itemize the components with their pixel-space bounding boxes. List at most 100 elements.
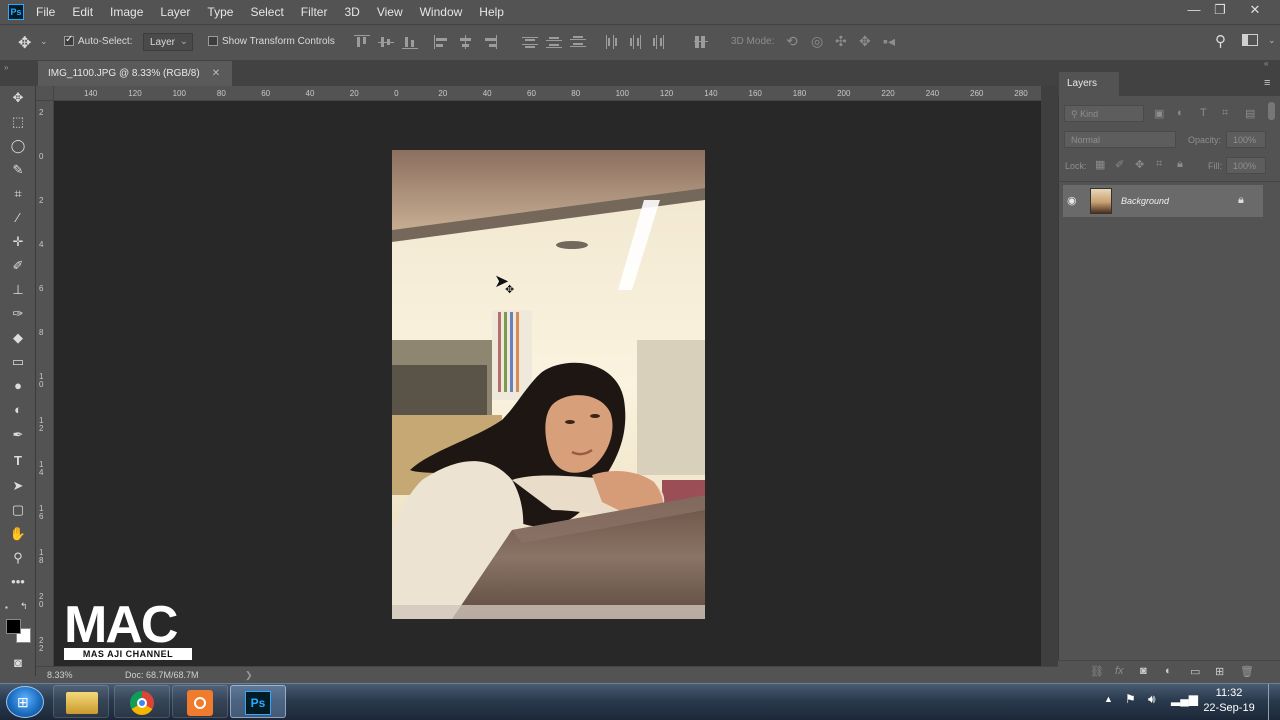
new-group-icon[interactable]: ▭	[1190, 665, 1200, 678]
pan-3d-icon[interactable]: ✣	[835, 33, 847, 50]
layer-thumbnail[interactable]	[1090, 188, 1112, 214]
lock-all-icon[interactable]: 🔒︎	[1177, 158, 1183, 171]
document-tab[interactable]: IMG_1100.JPG @ 8.33% (RGB/8) ✕	[38, 61, 232, 86]
rectangle-tool-icon[interactable]: ▢	[9, 501, 27, 519]
collapse-panel-icon[interactable]: «	[1264, 59, 1268, 68]
menu-type[interactable]: Type	[207, 5, 233, 19]
align-top-icon[interactable]	[354, 35, 370, 49]
kind-filter-dropdown[interactable]: ⚲ Kind	[1064, 105, 1144, 122]
menu-help[interactable]: Help	[479, 5, 504, 19]
move-tool-icon[interactable]: ✥	[9, 89, 27, 107]
orbit-3d-icon[interactable]: ⟲	[786, 33, 798, 50]
dodge-tool-icon[interactable]: ◐	[9, 401, 27, 419]
layer-style-icon[interactable]: fx	[1115, 665, 1124, 677]
link-layers-icon[interactable]: ⛓	[1090, 665, 1104, 678]
vertical-scrollbar[interactable]	[1041, 86, 1058, 666]
distribute-right-icon[interactable]	[652, 35, 668, 49]
new-adjustment-layer-icon[interactable]: ◐	[1165, 665, 1172, 677]
lock-image-pixels-icon[interactable]: ✐	[1115, 158, 1124, 171]
taskbar-explorer[interactable]	[53, 685, 109, 718]
opacity-input[interactable]: 100%	[1226, 131, 1266, 148]
quick-mask-icon[interactable]: ◙	[9, 654, 27, 672]
zoom-level[interactable]: 8.33%	[47, 670, 73, 680]
align-vertical-center-icon[interactable]	[378, 35, 394, 49]
healing-brush-tool-icon[interactable]: ✛	[9, 233, 27, 251]
lock-position-icon[interactable]: ✥	[1135, 158, 1144, 171]
foreground-color-swatch[interactable]	[6, 619, 21, 634]
show-desktop-button[interactable]	[1268, 684, 1280, 720]
default-colors-icon[interactable]: ▪	[5, 603, 8, 612]
auto-align-layers-icon[interactable]	[694, 35, 710, 49]
volume-icon[interactable]: 🔊︎	[1148, 692, 1156, 707]
filter-adjustment-icon[interactable]: ◐	[1177, 107, 1184, 119]
taskbar-recorder[interactable]	[172, 685, 228, 718]
auto-select-checkbox[interactable]: Auto-Select:	[64, 34, 132, 47]
distribute-bottom-icon[interactable]	[570, 35, 586, 49]
roll-3d-icon[interactable]: ◎	[811, 33, 823, 50]
auto-select-target-dropdown[interactable]: Layer ⌄	[143, 33, 193, 51]
filter-pixel-icon[interactable]: ▣	[1154, 107, 1164, 120]
show-hidden-icons-icon[interactable]: ▲	[1104, 694, 1113, 704]
ruler-origin[interactable]	[36, 86, 54, 101]
scale-3d-icon[interactable]: ▪◂	[883, 33, 895, 50]
menu-select[interactable]: Select	[250, 5, 283, 19]
menu-3d[interactable]: 3D	[344, 5, 359, 19]
document-image[interactable]	[392, 150, 705, 619]
align-horizontal-center-icon[interactable]	[458, 35, 474, 49]
brush-tool-icon[interactable]: ✐	[9, 257, 27, 275]
start-button[interactable]: ⊞	[6, 686, 44, 718]
filter-smart-object-icon[interactable]: ▤	[1245, 107, 1255, 120]
gradient-tool-icon[interactable]: ▭	[9, 353, 27, 371]
chevron-down-icon[interactable]: ⌄	[40, 36, 48, 47]
restore-button[interactable]: ❐	[1210, 2, 1230, 20]
close-tab-icon[interactable]: ✕	[212, 68, 220, 79]
lasso-tool-icon[interactable]: ◯	[9, 137, 27, 155]
menu-view[interactable]: View	[377, 5, 403, 19]
action-center-icon[interactable]: ⚑	[1125, 692, 1136, 706]
hand-tool-icon[interactable]: ✋	[9, 525, 27, 543]
history-brush-tool-icon[interactable]: ✑	[9, 305, 27, 323]
chevron-down-icon[interactable]: ⌄	[1268, 35, 1276, 46]
more-tools-icon[interactable]: •••	[9, 573, 27, 591]
delete-layer-icon[interactable]: 🗑︎	[1240, 665, 1254, 678]
type-tool-icon[interactable]: T	[9, 452, 27, 470]
layer-name[interactable]: Background	[1121, 196, 1169, 206]
menu-window[interactable]: Window	[420, 5, 463, 19]
pen-tool-icon[interactable]: ✒	[9, 426, 27, 444]
menu-edit[interactable]: Edit	[72, 5, 93, 19]
swap-colors-icon[interactable]: ↰	[20, 601, 28, 612]
network-icon[interactable]: ▂▄▆	[1171, 692, 1198, 706]
zoom-tool-icon[interactable]: ⚲	[9, 549, 27, 567]
distribute-horizontal-center-icon[interactable]	[628, 35, 644, 49]
marquee-tool-icon[interactable]: ⬚	[9, 113, 27, 131]
menu-file[interactable]: File	[36, 5, 55, 19]
eraser-tool-icon[interactable]: ◆	[9, 329, 27, 347]
panel-scrollbar[interactable]	[1268, 102, 1275, 120]
taskbar-photoshop[interactable]: Ps	[230, 685, 286, 718]
blend-mode-dropdown[interactable]: Normal	[1064, 131, 1176, 148]
taskbar-clock[interactable]: 11:32 22-Sep-19	[1196, 686, 1262, 718]
slide-3d-icon[interactable]: ✥	[859, 33, 871, 50]
minimize-button[interactable]: —	[1184, 2, 1204, 20]
visibility-eye-icon[interactable]: ◉	[1067, 194, 1077, 207]
show-transform-checkbox[interactable]: Show Transform Controls	[208, 36, 335, 47]
quick-selection-tool-icon[interactable]: ✎	[9, 161, 27, 179]
collapse-panel-icon[interactable]: »	[4, 63, 8, 72]
menu-filter[interactable]: Filter	[301, 5, 328, 19]
menu-layer[interactable]: Layer	[160, 5, 190, 19]
align-right-icon[interactable]	[482, 35, 498, 49]
panel-menu-icon[interactable]: ≡	[1264, 77, 1270, 89]
distribute-left-icon[interactable]	[604, 35, 620, 49]
path-selection-tool-icon[interactable]: ➤	[9, 477, 27, 495]
search-icon[interactable]: ⚲	[1215, 32, 1226, 50]
align-left-icon[interactable]	[434, 35, 450, 49]
status-menu-arrow-icon[interactable]: ❯	[245, 670, 253, 681]
tab-layers[interactable]: Layers	[1059, 72, 1119, 96]
eyedropper-tool-icon[interactable]: ⁄	[9, 209, 27, 227]
align-bottom-icon[interactable]	[402, 35, 418, 49]
menu-image[interactable]: Image	[110, 5, 143, 19]
move-tool-preset-icon[interactable]: ✥	[18, 33, 31, 53]
distribute-top-icon[interactable]	[522, 35, 538, 49]
filter-shape-icon[interactable]: ⌗	[1222, 107, 1228, 120]
close-button[interactable]: ✕	[1245, 2, 1265, 20]
